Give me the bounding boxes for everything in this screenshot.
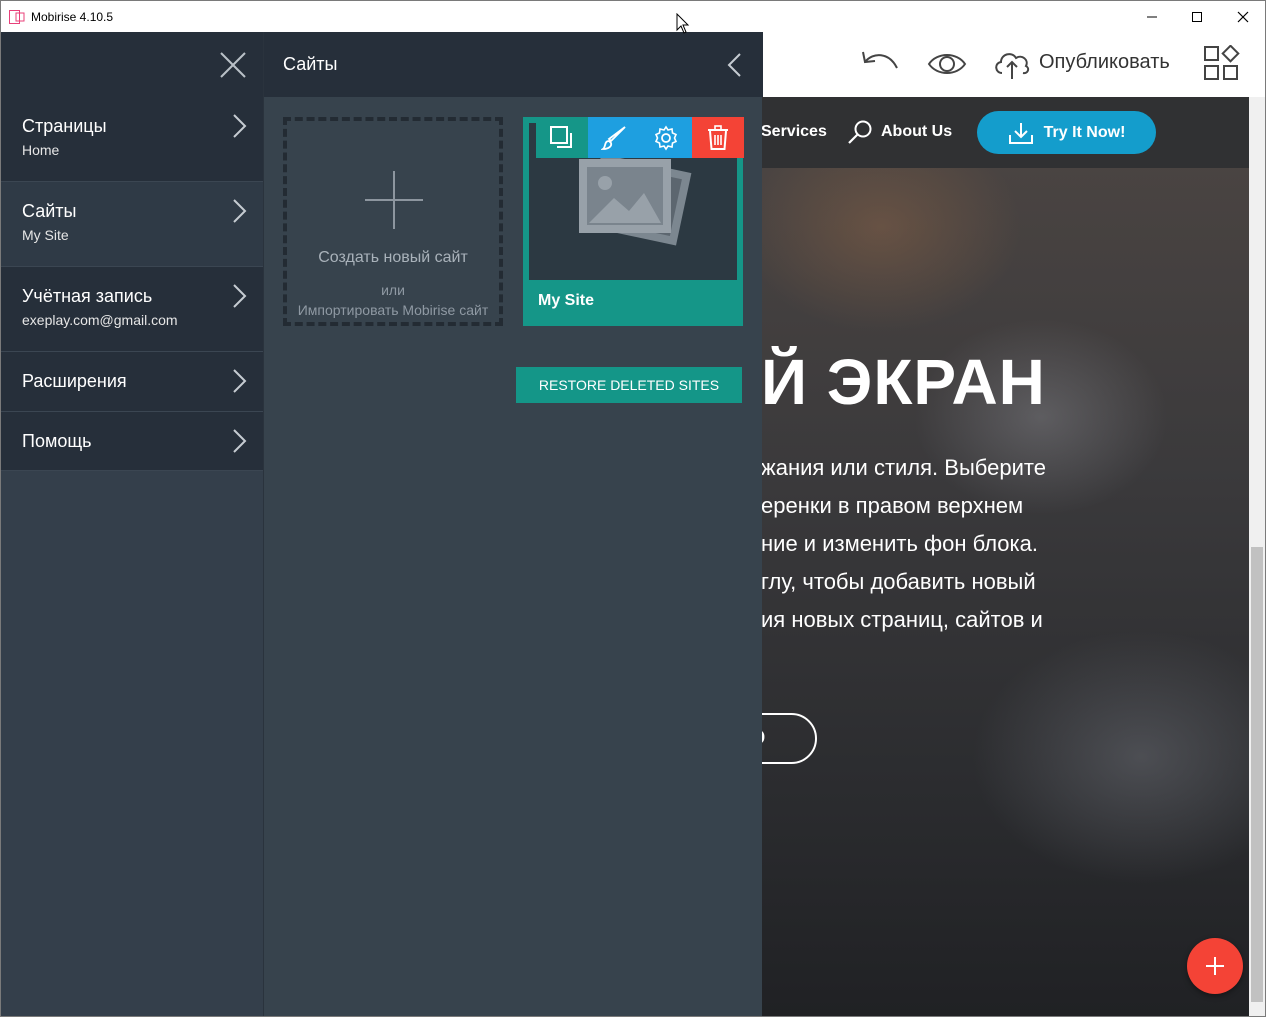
duplicate-site-button[interactable] bbox=[536, 117, 588, 158]
undo-icon bbox=[862, 51, 898, 69]
minimize-icon bbox=[1147, 16, 1157, 17]
chevron-right-icon bbox=[233, 199, 247, 223]
create-site-label: Создать новый сайт bbox=[318, 249, 468, 266]
hero-line: жания или стиля. Выберите bbox=[761, 455, 1046, 480]
brush-icon bbox=[601, 125, 626, 150]
preview-scrollbar[interactable] bbox=[1249, 97, 1265, 1016]
trash-icon bbox=[708, 124, 728, 150]
undo-button[interactable] bbox=[859, 46, 901, 82]
menu-item-subtitle: Home bbox=[22, 142, 60, 158]
menu-item-pages[interactable]: Страницы Home bbox=[1, 97, 263, 182]
panel-header: Сайты bbox=[264, 32, 763, 97]
hero-title: Й ЭКРАН bbox=[761, 346, 1046, 418]
preview-button[interactable] bbox=[927, 46, 967, 82]
scrollbar-thumb[interactable] bbox=[1251, 547, 1263, 1002]
try-it-now-button[interactable]: Try It Now! bbox=[977, 111, 1156, 154]
hero-secondary-button[interactable]: Э bbox=[761, 713, 817, 764]
hero-line: еренки в правом верхнем bbox=[761, 493, 1024, 518]
cloud-upload-icon bbox=[995, 53, 1030, 79]
menu-item-extensions[interactable]: Расширения bbox=[1, 352, 263, 412]
restore-deleted-sites-button[interactable]: RESTORE DELETED SITES bbox=[516, 367, 742, 403]
window-title: Mobirise 4.10.5 bbox=[31, 9, 114, 24]
download-icon bbox=[1008, 122, 1033, 144]
minimize-button[interactable] bbox=[1129, 1, 1175, 32]
blocks-button[interactable] bbox=[1203, 45, 1241, 82]
try-it-now-label: Try It Now! bbox=[1043, 123, 1126, 141]
menu-item-title: Помощь bbox=[22, 431, 92, 451]
publish-button[interactable] bbox=[992, 46, 1032, 82]
create-site-tile[interactable]: Создать новый сайт или Импортировать Mob… bbox=[283, 117, 503, 326]
plus-icon bbox=[365, 171, 423, 229]
import-site-link[interactable]: Импортировать Mobirise сайт bbox=[287, 302, 499, 318]
main-menu: Страницы Home Сайты My Site Учётная запи… bbox=[1, 32, 263, 1016]
mouse-cursor-icon bbox=[676, 13, 690, 34]
menu-item-title: Учётная запись bbox=[22, 286, 153, 306]
panel-title: Сайты bbox=[283, 54, 338, 74]
menu-item-subtitle: My Site bbox=[22, 227, 69, 243]
blocks-icon bbox=[1204, 45, 1240, 80]
sites-panel: Сайты Создать новый сайт или Импортирова… bbox=[263, 32, 763, 1016]
title-bar: Mobirise 4.10.5 bbox=[1, 1, 1265, 32]
close-button[interactable] bbox=[1220, 1, 1265, 32]
site-name: My Site bbox=[538, 292, 595, 309]
menu-item-title: Страницы bbox=[22, 116, 107, 136]
maximize-icon bbox=[1192, 11, 1202, 22]
chevron-right-icon bbox=[233, 284, 247, 308]
search-icon bbox=[848, 120, 872, 144]
chevron-right-icon bbox=[233, 429, 247, 453]
menu-close-icon[interactable] bbox=[217, 49, 249, 81]
nav-about-label: About Us bbox=[881, 123, 953, 140]
chevron-left-icon[interactable] bbox=[727, 52, 743, 78]
menu-item-sites[interactable]: Сайты My Site bbox=[1, 182, 263, 267]
nav-link-services[interactable]: Services bbox=[761, 123, 827, 141]
menu-item-title: Сайты bbox=[22, 201, 77, 221]
plus-icon bbox=[1206, 957, 1224, 975]
site-card[interactable]: My Site bbox=[523, 117, 744, 326]
menu-item-account[interactable]: Учётная запись exeplay.com@gmail.com bbox=[1, 267, 263, 352]
app-icon bbox=[9, 9, 25, 24]
menu-item-help[interactable]: Помощь bbox=[1, 412, 263, 471]
site-navbar: Services About Us Try It Now! bbox=[761, 97, 1249, 168]
eye-icon bbox=[927, 54, 967, 74]
maximize-button[interactable] bbox=[1174, 1, 1220, 32]
hero-text: жания или стиля. Выберите еренки в право… bbox=[761, 449, 1046, 639]
site-card-actions bbox=[536, 117, 744, 158]
restore-label: RESTORE DELETED SITES bbox=[538, 377, 720, 393]
menu-item-subtitle: exeplay.com@gmail.com bbox=[22, 312, 178, 328]
publish-label[interactable]: Опубликовать bbox=[1039, 51, 1170, 74]
app-window: Mobirise 4.10.5 Опубликовать Services Ab… bbox=[0, 0, 1266, 1017]
delete-site-button[interactable] bbox=[692, 117, 744, 158]
site-settings-button[interactable] bbox=[640, 117, 692, 158]
site-preview: Services About Us Try It Now! Й ЭКРАН жа… bbox=[761, 97, 1249, 1016]
menu-header bbox=[1, 32, 263, 97]
menu-item-title: Расширения bbox=[22, 371, 127, 391]
hero-line: глу, чтобы добавить новый bbox=[761, 569, 1036, 594]
chevron-right-icon bbox=[233, 114, 247, 138]
edit-site-button[interactable] bbox=[588, 117, 640, 158]
add-block-button[interactable] bbox=[1187, 938, 1243, 994]
hero-line: ние и изменить фон блока. bbox=[761, 531, 1038, 556]
nav-link-about[interactable]: About Us bbox=[847, 119, 952, 145]
duplicate-icon bbox=[550, 125, 572, 148]
hero-line: ия новых страниц, сайтов и bbox=[761, 607, 1043, 632]
close-icon bbox=[1237, 11, 1249, 22]
chevron-right-icon bbox=[233, 369, 247, 393]
gear-icon bbox=[654, 125, 678, 150]
or-label: или bbox=[381, 282, 405, 298]
